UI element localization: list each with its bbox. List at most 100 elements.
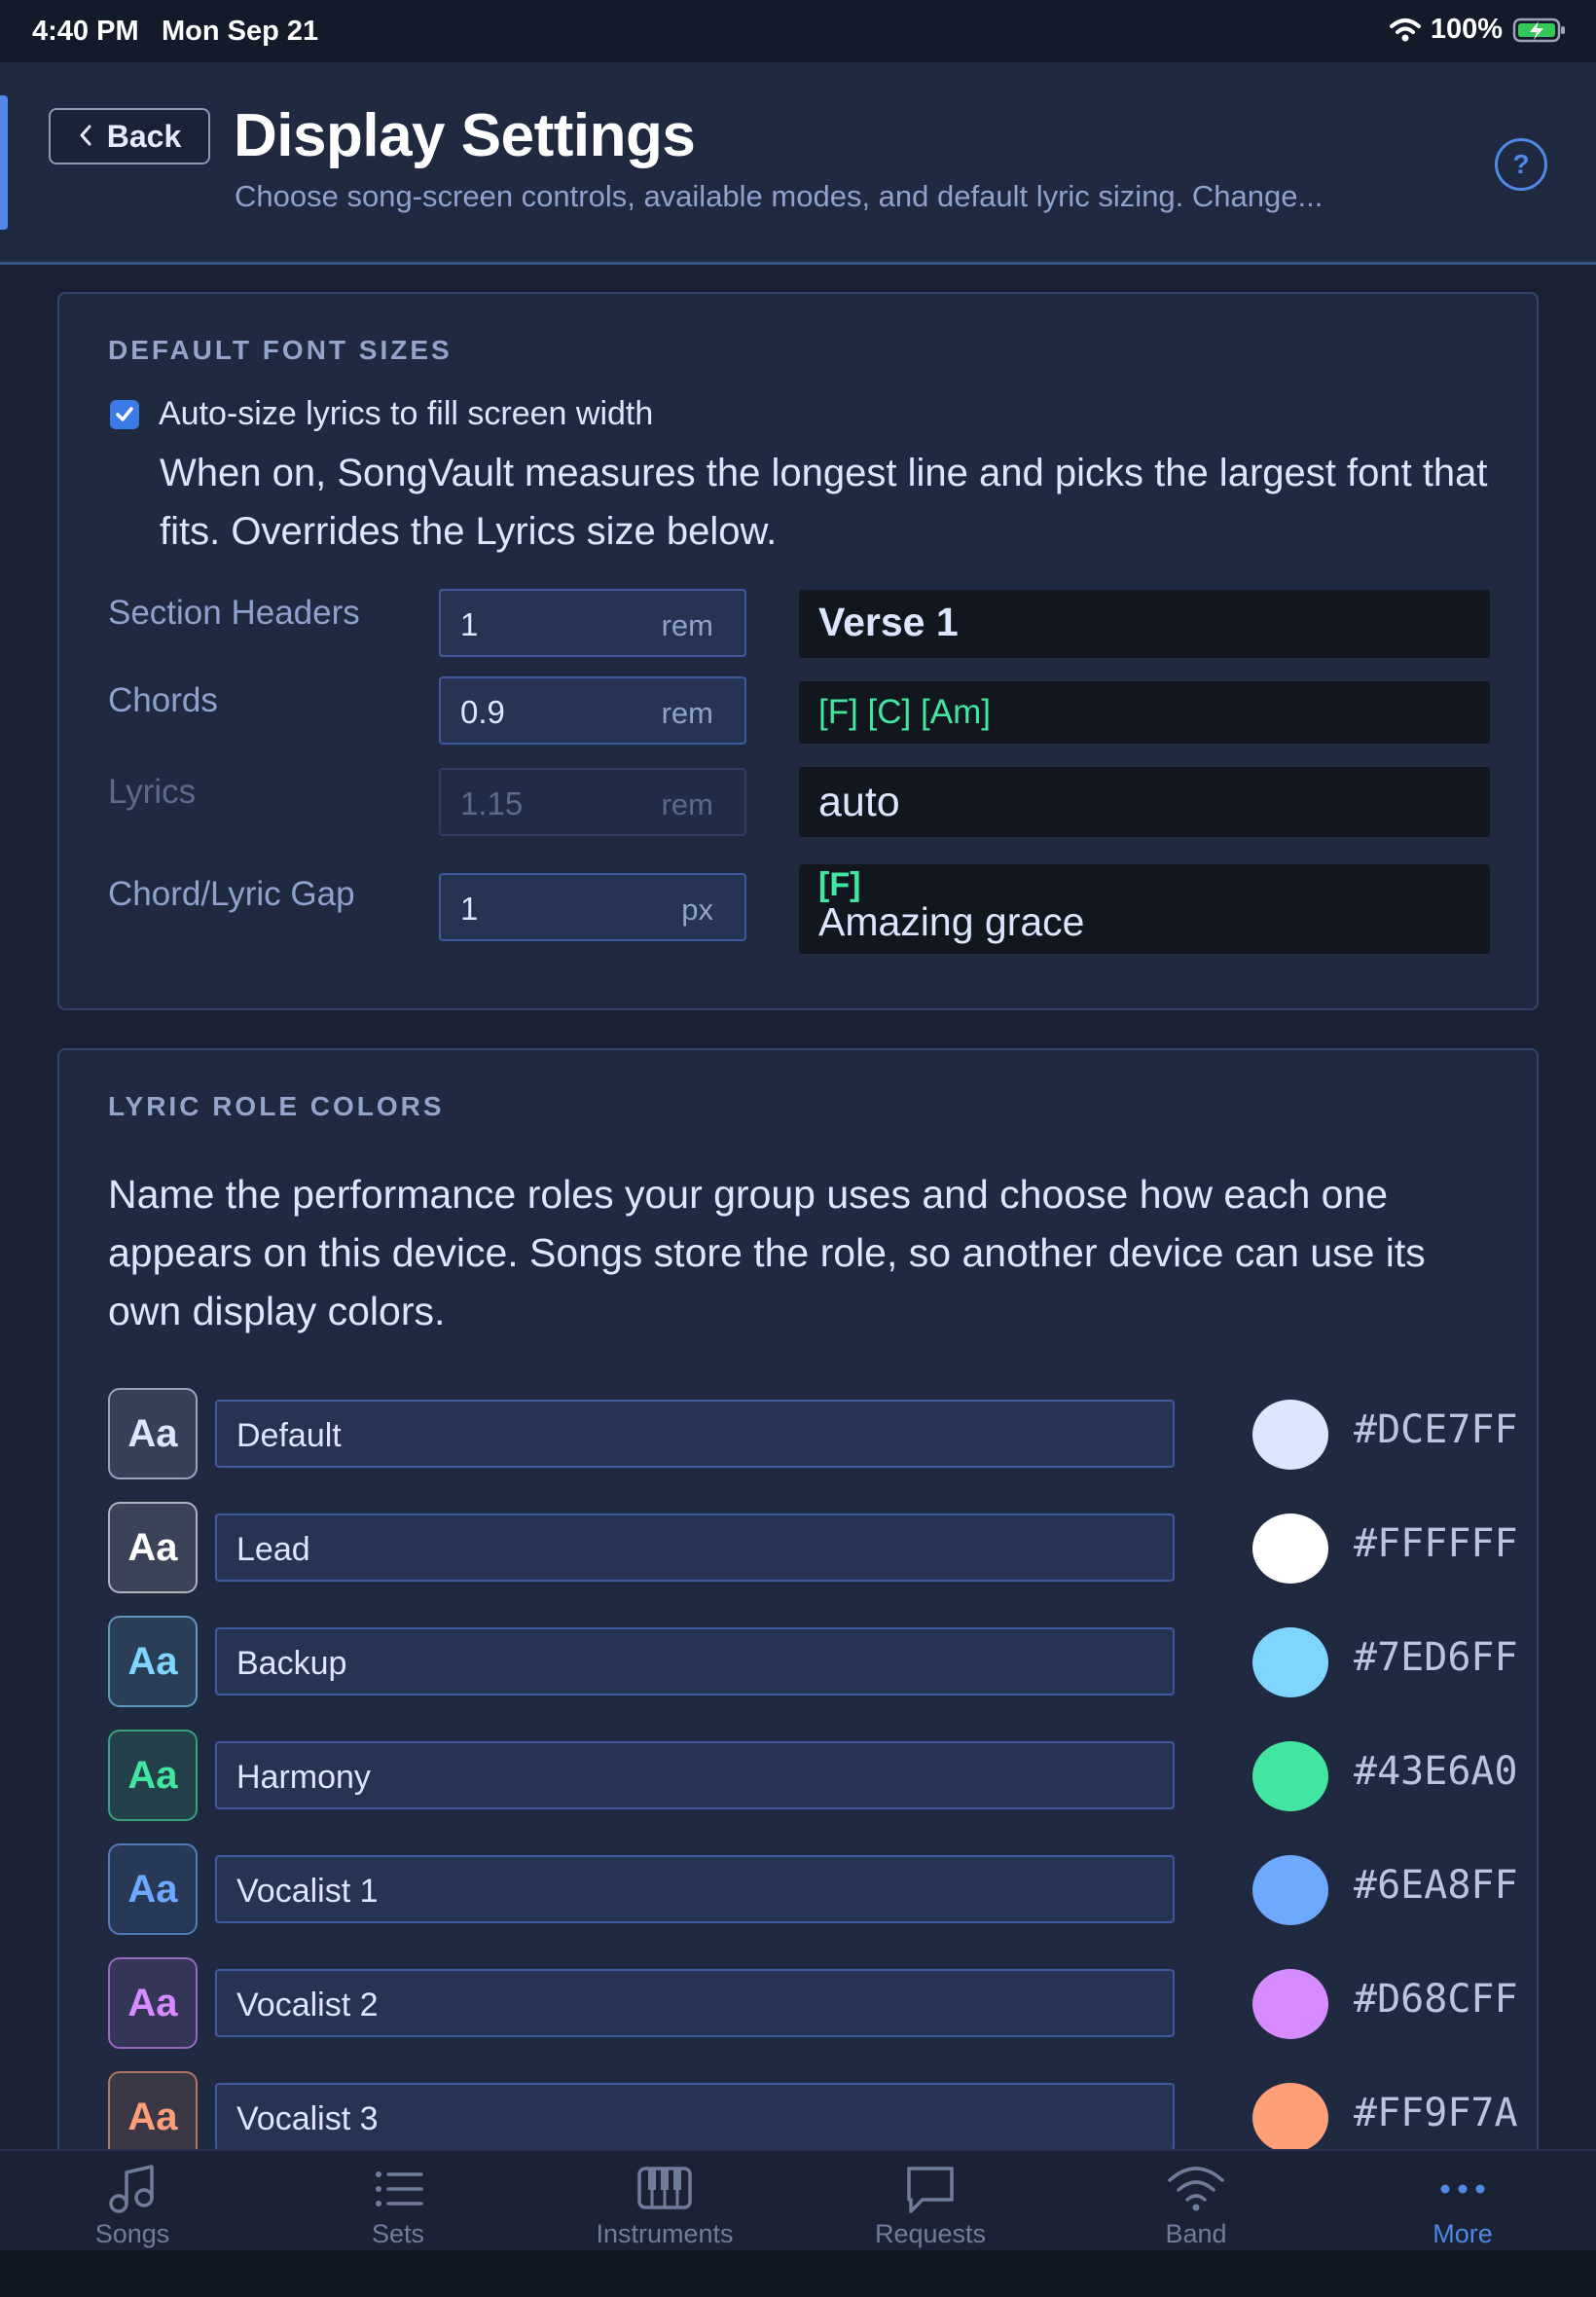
role-colors-card: LYRIC ROLE COLORS Name the performance r… (57, 1048, 1539, 2297)
checkmark-icon (116, 406, 133, 421)
preview-gap-lyric: Amazing grace (818, 899, 1085, 944)
role-style-preview-badge[interactable]: Aa (108, 1388, 198, 1479)
help-button[interactable]: ? (1495, 138, 1547, 191)
role-row: Aa Backup #7ED6FF (108, 1616, 1518, 1707)
wifi-icon (1168, 2167, 1224, 2211)
tab-requests-label: Requests (874, 2219, 987, 2248)
role-color-hex: #43E6A0 (1354, 1749, 1518, 1794)
chord-lyric-gap-value: 1 (460, 891, 479, 927)
keyboard-icon (637, 2167, 692, 2209)
tab-instruments-label: Instruments (596, 2219, 734, 2248)
font-sizes-title: DEFAULT FONT SIZES (108, 335, 453, 365)
lyrics-label: Lyrics (108, 773, 197, 811)
wifi-status-icon (1389, 18, 1421, 43)
page-header: Back Display Settings Choose song-screen… (0, 62, 1596, 265)
tab-instruments[interactable]: Instruments (558, 2163, 772, 2249)
status-right: 100% (1389, 14, 1567, 46)
preview-lyrics-text: auto (818, 779, 900, 825)
chord-lyric-gap-preview: [F] Amazing grace (799, 864, 1490, 954)
role-name-input[interactable]: Default (215, 1400, 1175, 1468)
role-color-swatch[interactable] (1252, 1741, 1328, 1811)
role-name-input[interactable]: Backup (215, 1627, 1175, 1695)
lyrics-size-unit: rem (661, 787, 713, 821)
role-row: Aa Lead #FFFFFF (108, 1502, 1518, 1593)
role-colors-description: Name the performance roles your group us… (108, 1172, 1426, 1333)
chords-size-unit: rem (661, 696, 713, 730)
header-accent-bar (0, 95, 8, 230)
chord-lyric-gap-input[interactable]: 1 px (439, 873, 746, 941)
lyrics-preview: auto (799, 767, 1490, 837)
section-headers-preview: Verse 1 (799, 590, 1490, 658)
role-style-preview-badge[interactable]: Aa (108, 1843, 198, 1935)
back-button[interactable]: Back (49, 108, 210, 164)
tab-band[interactable]: Band (1089, 2163, 1303, 2249)
section-headers-size-input[interactable]: 1 rem (439, 589, 746, 657)
role-style-preview-badge[interactable]: Aa (108, 1957, 198, 2049)
role-color-hex: #FF9F7A (1354, 2091, 1518, 2135)
chord-lyric-gap-label: Chord/Lyric Gap (108, 875, 355, 913)
chords-size-input[interactable]: 0.9 rem (439, 676, 746, 745)
role-style-preview-badge[interactable]: Aa (108, 1616, 198, 1707)
tab-sets-label: Sets (371, 2219, 425, 2248)
status-bar: 4:40 PM Mon Sep 21 100% (0, 0, 1596, 62)
preview-verse-text: Verse 1 (818, 600, 959, 644)
role-row: Aa Default #DCE7FF (108, 1388, 1518, 1479)
role-color-swatch[interactable] (1252, 1400, 1328, 1470)
role-color-hex: #6EA8FF (1354, 1863, 1518, 1908)
role-row: Aa Harmony #43E6A0 (108, 1730, 1518, 1821)
tab-sets[interactable]: Sets (291, 2163, 505, 2249)
role-colors-title: LYRIC ROLE COLORS (108, 1091, 445, 1121)
font-sizes-card: DEFAULT FONT SIZES Auto-size lyrics to f… (57, 292, 1539, 1010)
role-color-swatch[interactable] (1252, 1969, 1328, 2039)
home-indicator-area (0, 2250, 1596, 2297)
role-row: Aa Vocalist 1 #6EA8FF (108, 1843, 1518, 1935)
auto-size-checkbox[interactable] (110, 399, 139, 429)
battery-icon (1512, 17, 1567, 44)
role-style-preview-badge[interactable]: Aa (108, 1502, 198, 1593)
chat-bubble-icon (907, 2167, 954, 2213)
role-name-input[interactable]: Lead (215, 1513, 1175, 1582)
page-subtitle: Choose song-screen controls, available m… (235, 179, 1324, 213)
role-style-preview-badge[interactable]: Aa (108, 1730, 198, 1821)
role-name-input[interactable]: Vocalist 2 (215, 1969, 1175, 2037)
role-row: Aa Vocalist 2 #D68CFF (108, 1957, 1518, 2049)
section-headers-size-unit: rem (661, 608, 713, 642)
status-time: 4:40 PM (32, 16, 139, 47)
role-name-input[interactable]: Vocalist 3 (215, 2083, 1175, 2151)
tab-requests[interactable]: Requests (823, 2163, 1037, 2249)
section-headers-label: Section Headers (108, 594, 360, 632)
chevron-left-icon (78, 119, 93, 155)
role-color-swatch[interactable] (1252, 1627, 1328, 1697)
role-color-hex: #D68CFF (1354, 1977, 1518, 2022)
list-icon (376, 2171, 423, 2206)
lyrics-size-input[interactable]: 1.15 rem (439, 768, 746, 836)
role-color-hex: #7ED6FF (1354, 1635, 1518, 1680)
tab-more-label: More (1433, 2219, 1493, 2248)
back-button-label: Back (106, 118, 182, 154)
music-note-icon (109, 2165, 154, 2213)
battery-percent: 100% (1430, 14, 1503, 45)
tab-band-label: Band (1165, 2219, 1227, 2248)
page-title: Display Settings (234, 102, 696, 169)
tab-more[interactable]: More (1356, 2163, 1570, 2249)
auto-size-toggle[interactable]: Auto-size lyrics to fill screen width (110, 395, 653, 433)
section-headers-size-value: 1 (460, 606, 479, 642)
auto-size-description: When on, SongVault measures the longest … (160, 452, 1488, 553)
lyrics-size-value: 1.15 (460, 785, 524, 821)
role-color-swatch[interactable] (1252, 2083, 1328, 2153)
tab-songs[interactable]: Songs (25, 2163, 239, 2249)
role-name-input[interactable]: Vocalist 1 (215, 1855, 1175, 1923)
chords-size-value: 0.9 (460, 694, 505, 730)
chord-lyric-gap-unit: px (681, 893, 713, 927)
role-color-swatch[interactable] (1252, 1513, 1328, 1584)
role-color-swatch[interactable] (1252, 1855, 1328, 1925)
auto-size-label: Auto-size lyrics to fill screen width (159, 395, 654, 432)
chords-label: Chords (108, 681, 218, 719)
role-color-hex: #DCE7FF (1354, 1407, 1518, 1452)
status-date: Mon Sep 21 (162, 16, 319, 47)
chords-preview: [F] [C] [Am] (799, 681, 1490, 744)
role-name-input[interactable]: Harmony (215, 1741, 1175, 1809)
preview-chords-text: [F] [C] [Am] (818, 693, 991, 731)
role-color-hex: #FFFFFF (1354, 1521, 1518, 1566)
tab-songs-label: Songs (94, 2219, 170, 2248)
